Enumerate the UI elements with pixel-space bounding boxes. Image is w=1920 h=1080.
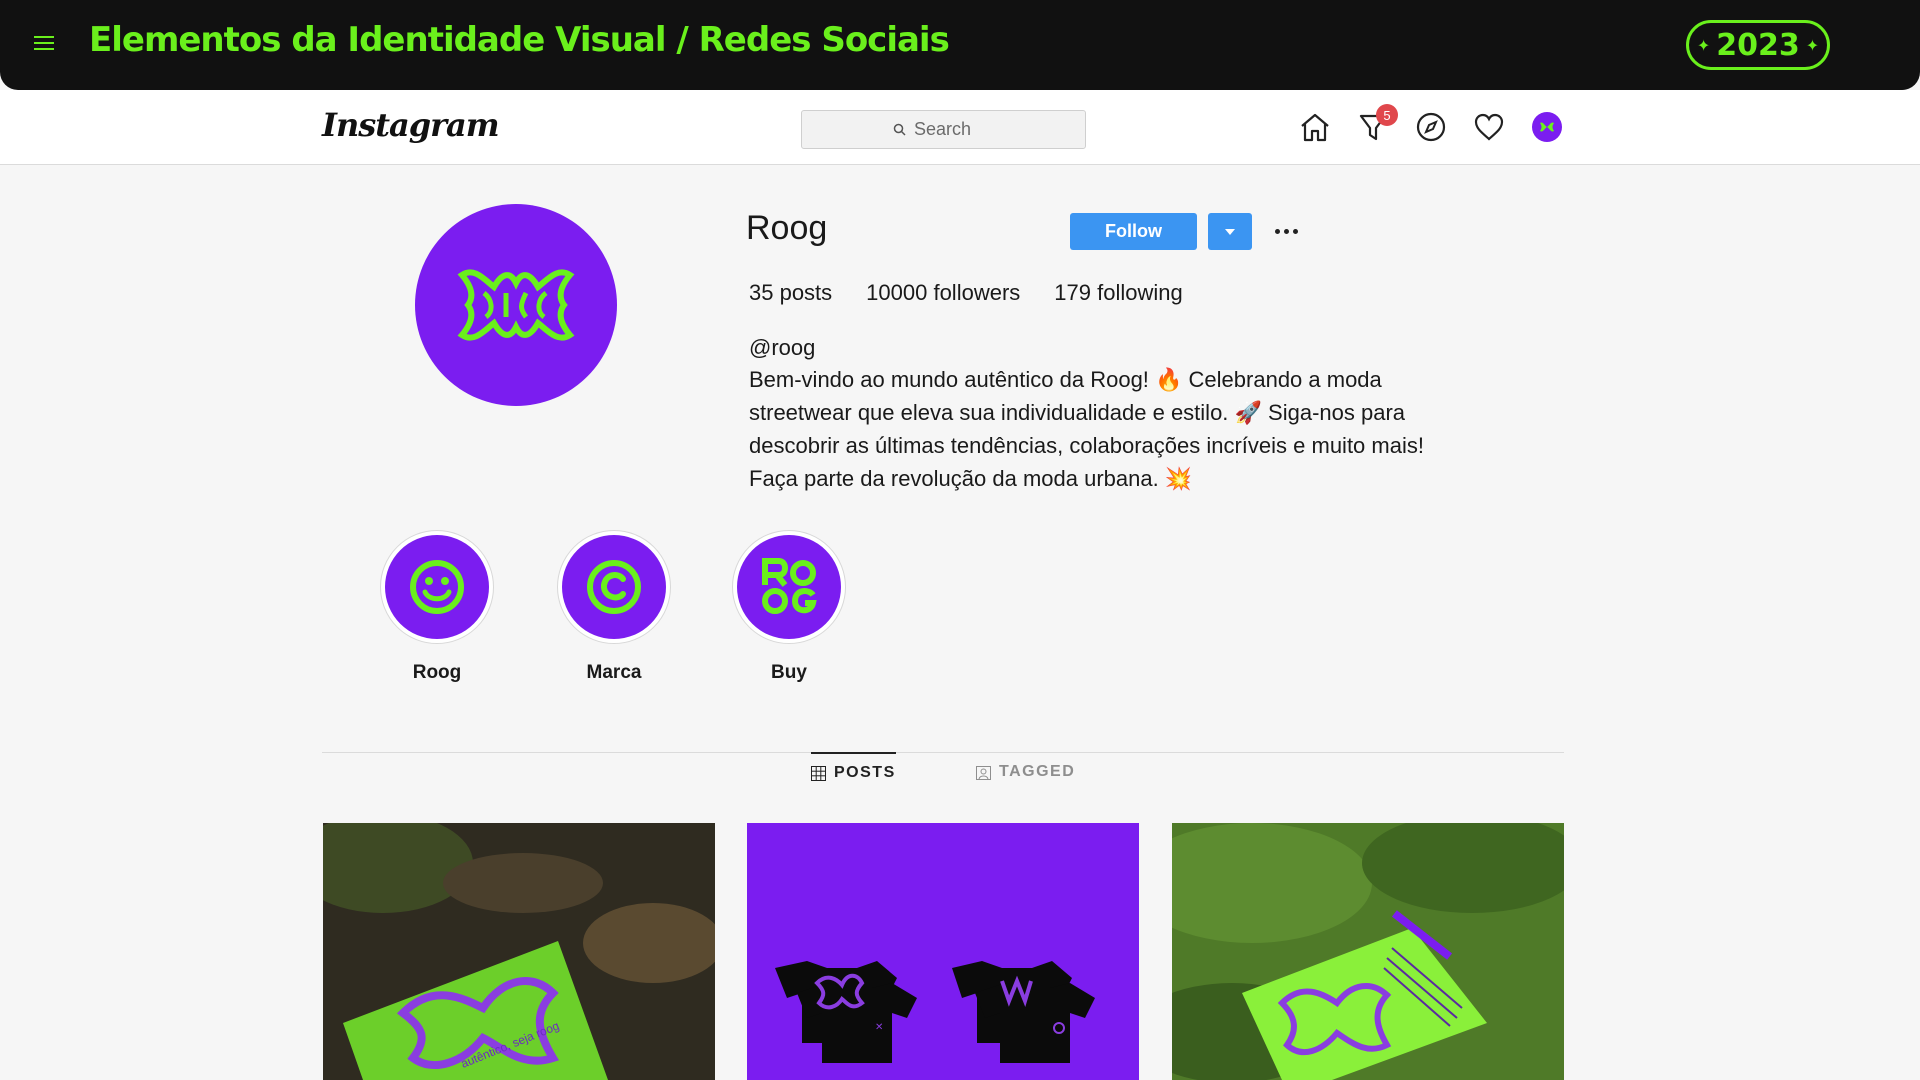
avatar — [1532, 112, 1562, 142]
sparkle-icon: ✦ — [1696, 35, 1711, 55]
caret-down-icon — [1225, 228, 1235, 235]
poster-on-grass-photo — [1172, 823, 1564, 1080]
roog-logo-icon — [762, 558, 817, 614]
year-label: 2023 — [1716, 27, 1800, 63]
poster-on-ground-photo: autêntico, seja roog — [323, 823, 715, 1080]
tab-label: TAGGED — [999, 763, 1076, 780]
top-banner: Elementos da Identidade Visual / Redes S… — [0, 0, 1920, 90]
tabs-divider — [322, 752, 1564, 753]
year-badge: ✦ 2023 ✦ — [1686, 20, 1830, 70]
search-box[interactable] — [801, 110, 1086, 149]
profile-stats: 35 posts 10000 followers 179 following — [749, 280, 1183, 306]
copyright-icon — [587, 560, 641, 614]
search-input[interactable] — [914, 119, 994, 140]
nav-icon-group: 5 — [1298, 104, 1564, 144]
profile-handle: @roog — [749, 335, 816, 360]
svg-text:✕: ✕ — [875, 1022, 883, 1033]
profile-avatar-icon[interactable] — [1530, 110, 1564, 144]
followers-count[interactable]: 10000 followers — [866, 280, 1020, 306]
instagram-navbar: Instagram 5 — [0, 90, 1920, 165]
notification-badge: 5 — [1376, 104, 1398, 126]
direct-filter-icon[interactable]: 5 — [1356, 104, 1398, 144]
posts-count[interactable]: 35 posts — [749, 280, 832, 306]
following-count[interactable]: 179 following — [1054, 280, 1182, 306]
highlight-label: Buy — [771, 662, 807, 683]
home-icon[interactable] — [1298, 110, 1332, 144]
smiley-icon — [410, 560, 464, 614]
explore-compass-icon[interactable] — [1414, 110, 1448, 144]
tab-tagged[interactable]: TAGGED — [976, 752, 1075, 792]
activity-heart-icon[interactable] — [1472, 110, 1506, 144]
profile-username: Roog — [746, 209, 828, 247]
highlight-label: Roog — [412, 662, 462, 683]
tab-posts[interactable]: POSTS — [811, 752, 896, 792]
sparkle-icon: ✦ — [1805, 35, 1820, 55]
suggestions-dropdown-button[interactable] — [1208, 213, 1252, 250]
highlight-roog[interactable]: Roog — [380, 530, 494, 684]
tshirts-mockup-photo: ✕ — [747, 823, 1139, 1080]
highlight-buy[interactable]: Buy — [732, 530, 846, 684]
highlight-label: Marca — [586, 662, 642, 683]
post-thumbnail[interactable] — [1172, 823, 1564, 1080]
post-thumbnail[interactable]: ✕ — [747, 823, 1139, 1080]
instagram-logo[interactable]: Instagram — [322, 106, 500, 144]
hamburger-menu-icon[interactable] — [34, 36, 54, 50]
follow-button[interactable]: Follow — [1070, 213, 1197, 250]
profile-bio: Bem-vindo ao mundo autêntico da Roog! 🔥 … — [749, 367, 1424, 491]
more-options-icon[interactable] — [1270, 215, 1302, 247]
tagged-person-icon — [976, 765, 991, 780]
banner-title: Elementos da Identidade Visual / Redes S… — [89, 20, 950, 60]
post-thumbnail[interactable]: autêntico, seja roog — [323, 823, 715, 1080]
tab-label: POSTS — [834, 764, 896, 781]
highlight-marca[interactable]: Marca — [557, 530, 671, 684]
grid-icon — [811, 765, 826, 781]
profile-picture[interactable] — [415, 204, 617, 406]
search-icon — [893, 123, 906, 136]
roog-logo-icon — [457, 269, 575, 341]
